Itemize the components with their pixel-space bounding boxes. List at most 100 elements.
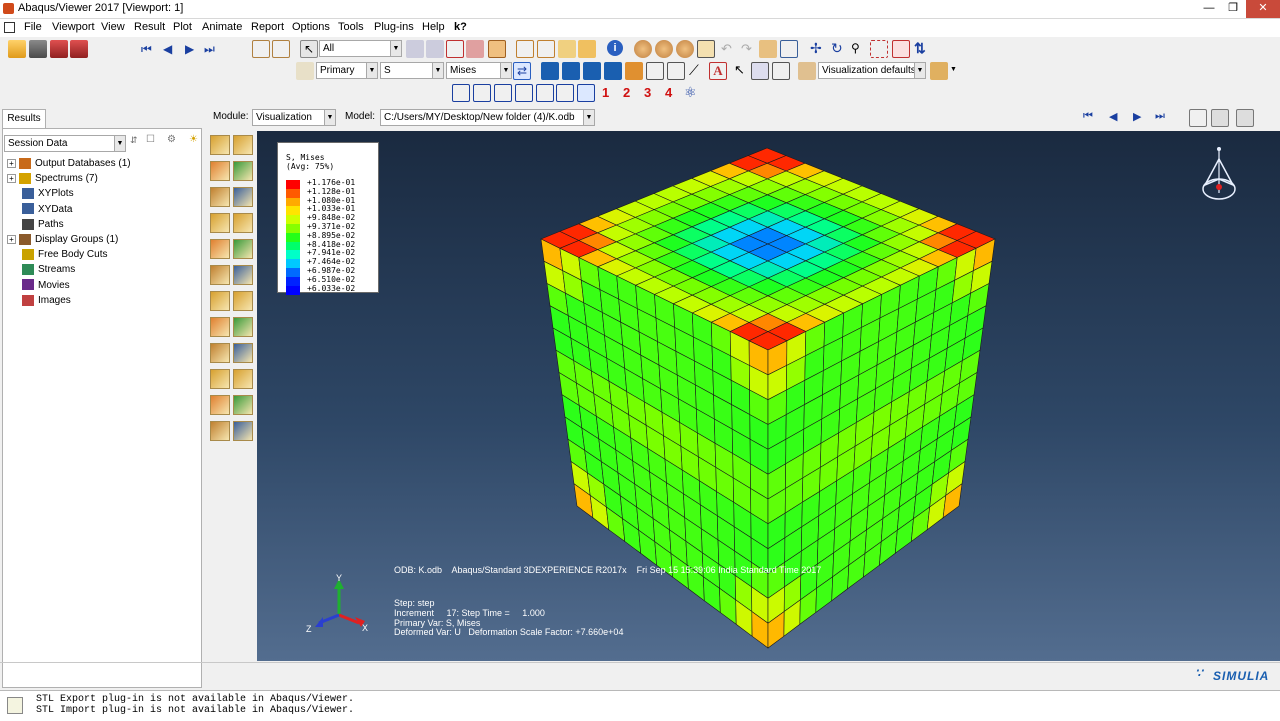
tree-item[interactable]: XYData bbox=[7, 202, 72, 217]
bottom-view-icon[interactable] bbox=[556, 84, 574, 102]
front-view-icon[interactable] bbox=[452, 84, 470, 102]
first-frame-2-icon[interactable]: ⏮ bbox=[1083, 110, 1093, 123]
viewport-3-button[interactable]: 3 bbox=[644, 85, 651, 100]
tool-sketch-icon[interactable] bbox=[233, 421, 253, 441]
plot-undeformed-icon[interactable] bbox=[210, 135, 230, 155]
render-style-icon[interactable] bbox=[488, 40, 506, 58]
view-manager-icon[interactable] bbox=[759, 40, 777, 58]
plot-undeformed-icon[interactable] bbox=[541, 62, 559, 80]
menu-plugins[interactable]: Plug-ins bbox=[374, 21, 414, 33]
tree-item[interactable]: Paths bbox=[7, 217, 64, 232]
open-icon[interactable] bbox=[8, 40, 26, 58]
visualization-defaults-icon[interactable] bbox=[798, 62, 816, 80]
viewport-annotations-icon[interactable] bbox=[751, 62, 769, 80]
auto-fit-icon[interactable] bbox=[892, 40, 910, 58]
create-path-icon[interactable] bbox=[210, 265, 230, 285]
plot-material-orientations-icon[interactable] bbox=[210, 187, 230, 207]
expand-icon[interactable]: + bbox=[7, 174, 16, 184]
tab-results[interactable]: Results bbox=[2, 109, 46, 128]
animate-scale-icon[interactable] bbox=[233, 291, 253, 311]
iso-view-icon[interactable] bbox=[577, 84, 595, 102]
query-info-icon[interactable] bbox=[210, 317, 230, 337]
next-frame-2-icon[interactable]: ▶ bbox=[1133, 110, 1141, 123]
common-options-icon[interactable] bbox=[667, 62, 685, 80]
left-view-icon[interactable] bbox=[494, 84, 512, 102]
select-arrow-icon[interactable]: ↖ bbox=[300, 40, 318, 58]
hidden-icon[interactable] bbox=[537, 40, 555, 58]
tree-item[interactable]: Streams bbox=[7, 262, 75, 277]
create-display-group-icon[interactable] bbox=[233, 213, 253, 233]
tree-item[interactable]: Images bbox=[7, 293, 71, 308]
output-variable-select[interactable]: S ▼ bbox=[380, 62, 444, 79]
stream-icon[interactable] bbox=[233, 265, 253, 285]
close-button[interactable]: ✕ bbox=[1246, 0, 1280, 18]
query-tool-icon[interactable] bbox=[697, 40, 715, 58]
next-frame-icon[interactable]: ▶ bbox=[185, 42, 194, 56]
free-body-cut-icon[interactable] bbox=[210, 239, 230, 259]
contour-options-icon[interactable] bbox=[646, 62, 664, 80]
plot-both-icon[interactable] bbox=[604, 62, 622, 80]
selection-filter-select[interactable]: All ▼ bbox=[319, 40, 402, 57]
probe-values-icon[interactable] bbox=[210, 343, 230, 363]
shaded-icon[interactable] bbox=[578, 40, 596, 58]
sort-icon[interactable]: ⇵ bbox=[130, 135, 138, 146]
annotation-options-icon[interactable] bbox=[772, 62, 790, 80]
view-table-icon[interactable] bbox=[780, 40, 798, 58]
context-help-icon[interactable]: k? bbox=[454, 21, 467, 33]
view-defaults-select[interactable]: Visualization defaults ▼ bbox=[818, 62, 926, 79]
last-frame-icon[interactable]: ⏭ bbox=[204, 42, 215, 57]
view-cut-icon[interactable] bbox=[233, 239, 253, 259]
plot-contours-icon[interactable] bbox=[210, 161, 230, 181]
camera-icon[interactable] bbox=[1211, 109, 1229, 127]
plot-symbols-icon[interactable] bbox=[625, 62, 643, 80]
tree-item[interactable]: + Display Groups (1) bbox=[7, 232, 118, 247]
viewport-4-button[interactable]: 4 bbox=[665, 85, 672, 100]
chevron-down-icon[interactable]: ▼ bbox=[950, 66, 957, 73]
plot-contours-icon[interactable] bbox=[583, 62, 601, 80]
arrow-annotation-icon[interactable]: ↖ bbox=[734, 62, 745, 78]
info-icon[interactable]: i bbox=[607, 40, 623, 56]
image-output-icon[interactable] bbox=[233, 395, 253, 415]
zoom-icon[interactable]: ⚲ bbox=[851, 41, 860, 55]
box-zoom-icon[interactable] bbox=[870, 40, 888, 58]
tree-options-icon[interactable]: ⚙ bbox=[167, 134, 176, 145]
hint-icon[interactable]: ☀ bbox=[189, 134, 198, 145]
filter-icon[interactable]: ☐ bbox=[146, 134, 155, 145]
view-cube-icon[interactable] bbox=[930, 62, 948, 80]
right-view-icon[interactable] bbox=[515, 84, 533, 102]
redo-icon[interactable]: ↷ bbox=[741, 41, 752, 57]
menu-tools[interactable]: Tools bbox=[338, 21, 364, 33]
export-icon[interactable] bbox=[70, 40, 88, 58]
pan-icon[interactable]: ✢ bbox=[810, 40, 822, 57]
message-tab-icon[interactable] bbox=[7, 697, 23, 714]
viewport-menu-icon[interactable] bbox=[4, 22, 15, 33]
back-view-icon[interactable] bbox=[473, 84, 491, 102]
menu-animate[interactable]: Animate bbox=[202, 21, 242, 33]
tree-item[interactable]: + Output Databases (1) bbox=[7, 156, 131, 171]
undo-icon[interactable]: ↶ bbox=[721, 41, 732, 57]
display-options-3-icon[interactable] bbox=[676, 40, 694, 58]
viewport[interactable]: S, Mises (Avg: 75%) +1.176e-01 +1.128e-01… bbox=[257, 131, 1280, 661]
report-field-icon[interactable] bbox=[233, 317, 253, 337]
expand-icon[interactable]: + bbox=[7, 158, 16, 168]
invariant-select[interactable]: Mises ▼ bbox=[446, 62, 512, 79]
import-icon[interactable] bbox=[50, 40, 68, 58]
field-output-icon[interactable] bbox=[296, 62, 314, 80]
sync-icon[interactable]: ⇄ bbox=[513, 62, 531, 80]
maximize-button[interactable]: ❐ bbox=[1220, 0, 1246, 18]
minimize-button[interactable]: — bbox=[1196, 0, 1222, 18]
filled-icon[interactable] bbox=[558, 40, 576, 58]
xy-plot-icon[interactable] bbox=[233, 343, 253, 363]
menu-report[interactable]: Report bbox=[251, 21, 284, 33]
box-select-icon[interactable] bbox=[446, 40, 464, 58]
menu-help[interactable]: Help bbox=[422, 21, 445, 33]
query-icon[interactable] bbox=[252, 40, 270, 58]
display-group-icon[interactable] bbox=[210, 369, 230, 389]
tree-item[interactable]: XYPlots bbox=[7, 186, 74, 201]
wireframe-icon[interactable] bbox=[516, 40, 534, 58]
plot-symbols-icon[interactable] bbox=[233, 161, 253, 181]
menu-result[interactable]: Result bbox=[134, 21, 165, 33]
menu-plot[interactable]: Plot bbox=[173, 21, 192, 33]
tree-item[interactable]: + Spectrums (7) bbox=[7, 171, 98, 186]
common-plot-options-icon[interactable] bbox=[233, 187, 253, 207]
